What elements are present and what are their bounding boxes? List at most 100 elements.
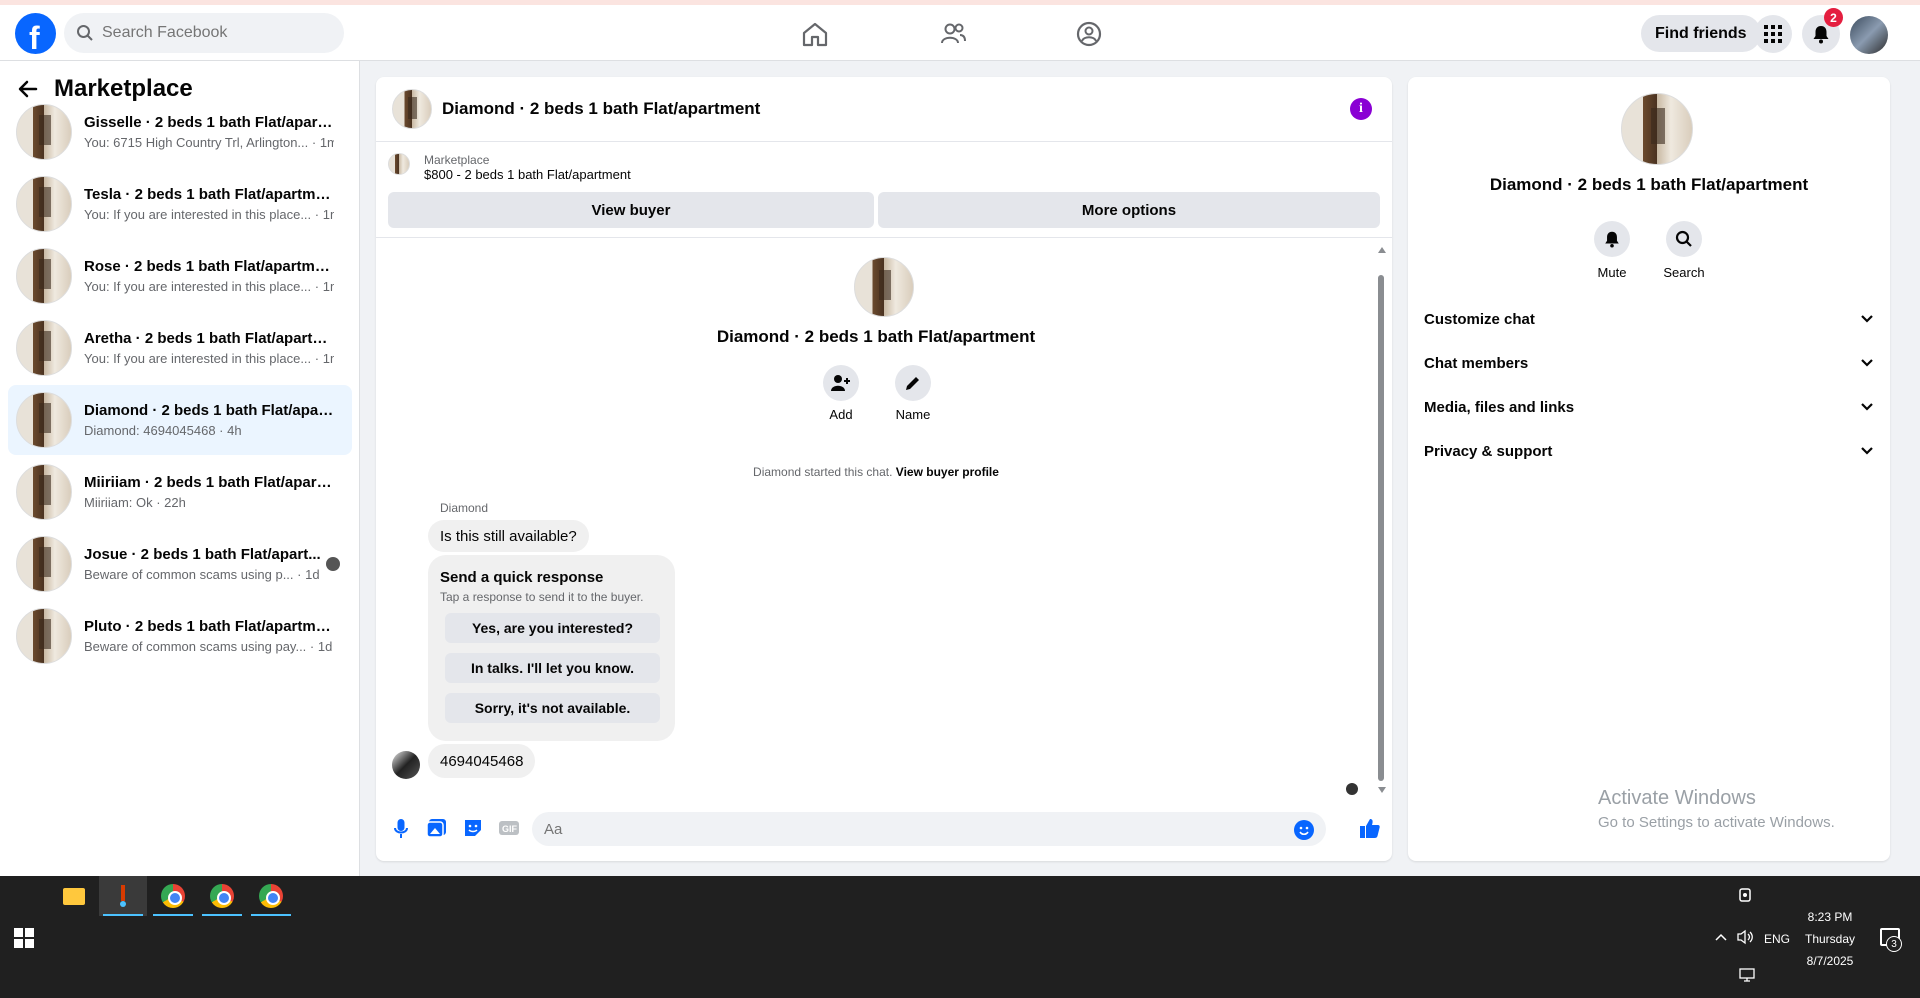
conversation-item[interactable]: Miiriiam · 2 beds 1 bath Flat/apart... Mi… bbox=[8, 457, 352, 527]
more-options-button[interactable]: More options bbox=[878, 192, 1380, 228]
conversation-title: Rose · 2 beds 1 bath Flat/apartment bbox=[84, 258, 334, 275]
chat-center-title: Diamond · 2 beds 1 bath Flat/apartment bbox=[716, 327, 1036, 346]
mute-action[interactable]: Mute bbox=[1582, 221, 1642, 280]
profile-avatar[interactable] bbox=[1850, 16, 1888, 54]
thumbs-up-icon[interactable] bbox=[1359, 817, 1381, 839]
bell-icon bbox=[1605, 231, 1619, 248]
grid-menu-icon bbox=[1764, 25, 1782, 43]
conversation-item[interactable]: Tesla · 2 beds 1 bath Flat/apartment You:… bbox=[8, 169, 352, 239]
conversation-preview: You: 6715 High Country Trl, Arlington...… bbox=[84, 135, 334, 150]
clock-day: Thursday bbox=[1804, 932, 1856, 946]
conversation-item[interactable]: Rose · 2 beds 1 bath Flat/apartment You: … bbox=[8, 241, 352, 311]
volume-icon[interactable] bbox=[1736, 929, 1754, 945]
customize-chat-section[interactable]: Customize chat bbox=[1424, 299, 1874, 339]
section-label: Chat members bbox=[1424, 354, 1529, 372]
chrome-app[interactable] bbox=[247, 876, 295, 916]
remote-desktop-icon[interactable] bbox=[1738, 888, 1752, 902]
search-bar[interactable] bbox=[64, 13, 344, 53]
conversation-item[interactable]: Gisselle · 2 beds 1 bath Flat/apart... Yo… bbox=[8, 97, 352, 167]
windows-start-icon[interactable] bbox=[14, 928, 34, 948]
marketplace-sidebar: Marketplace Gisselle · 2 beds 1 bath Fla… bbox=[0, 61, 360, 876]
media-files-links-section[interactable]: Media, files and links bbox=[1424, 387, 1874, 427]
message-bubble: Is this still available? bbox=[428, 520, 589, 552]
name-action[interactable]: Name bbox=[883, 365, 943, 422]
clock-date: 8/7/2025 bbox=[1806, 954, 1854, 968]
conversation-preview: Beware of common scams using p... · 1d bbox=[84, 567, 320, 582]
activate-windows-watermark: Activate Windows Go to Settings to activ… bbox=[1598, 787, 1835, 831]
gif-icon[interactable]: GIF bbox=[498, 817, 520, 839]
scroll-down-arrow-icon[interactable] bbox=[1378, 787, 1386, 793]
mute-label: Mute bbox=[1597, 265, 1627, 280]
chevron-up-icon[interactable] bbox=[1714, 932, 1728, 942]
info-icon[interactable]: i bbox=[1350, 98, 1372, 120]
facebook-logo-icon[interactable]: f bbox=[15, 13, 56, 54]
privacy-support-section[interactable]: Privacy & support bbox=[1424, 431, 1874, 471]
chat-header: Diamond · 2 beds 1 bath Flat/apartment bbox=[376, 77, 1392, 142]
groups-icon[interactable] bbox=[1074, 19, 1104, 49]
language-indicator[interactable]: ENG bbox=[1764, 932, 1790, 946]
friends-icon[interactable] bbox=[938, 19, 968, 49]
add-person-icon bbox=[831, 375, 850, 391]
search-action[interactable]: Search bbox=[1654, 221, 1714, 280]
chrome-app[interactable] bbox=[149, 876, 197, 916]
conversation-preview: You: If you are interested in this place… bbox=[84, 279, 334, 294]
conversation-title: Tesla · 2 beds 1 bath Flat/apartment bbox=[84, 186, 334, 203]
sender-avatar[interactable] bbox=[392, 751, 420, 779]
chrome-icon bbox=[161, 884, 185, 908]
view-buyer-profile-link[interactable]: View buyer profile bbox=[896, 465, 999, 479]
marketplace-listing-banner[interactable]: Marketplace $800 - 2 beds 1 bath Flat/ap… bbox=[388, 153, 631, 182]
chat-title[interactable]: Diamond · 2 beds 1 bath Flat/apartment bbox=[442, 99, 760, 119]
chevron-down-icon bbox=[1861, 447, 1873, 455]
chat-panel: Diamond · 2 beds 1 bath Flat/apartment i… bbox=[376, 77, 1392, 861]
view-buyer-button[interactable]: View buyer bbox=[388, 192, 874, 228]
chevron-down-icon bbox=[1861, 403, 1873, 411]
top-navigation-bar: f Find friends 2 bbox=[0, 0, 1920, 61]
chat-members-section[interactable]: Chat members bbox=[1424, 343, 1874, 383]
conversation-title: Aretha · 2 beds 1 bath Flat/apartm... bbox=[84, 330, 334, 347]
chevron-down-icon bbox=[1861, 359, 1873, 367]
conversation-item-active[interactable]: Diamond · 2 beds 1 bath Flat/apart... Dia… bbox=[8, 385, 352, 455]
microphone-icon[interactable] bbox=[390, 817, 412, 839]
conversation-preview: Miiriiam: Ok · 22h bbox=[84, 495, 186, 510]
conversation-item[interactable]: Josue · 2 beds 1 bath Flat/apart... Bewar… bbox=[8, 529, 352, 599]
snipping-tool-app[interactable] bbox=[99, 876, 147, 916]
system-clock[interactable]: 8:23 PM Thursday 8/7/2025 bbox=[1790, 906, 1870, 972]
quick-response-button[interactable]: Sorry, it's not available. bbox=[445, 693, 660, 723]
back-arrow-icon[interactable] bbox=[18, 79, 38, 99]
home-icon[interactable] bbox=[800, 19, 830, 49]
quick-response-subtitle: Tap a response to send it to the buyer. bbox=[440, 590, 644, 604]
sticker-icon[interactable] bbox=[462, 817, 484, 839]
file-explorer-app[interactable] bbox=[50, 876, 98, 916]
add-action[interactable]: Add bbox=[811, 365, 871, 422]
conversation-item[interactable]: Pluto · 2 beds 1 bath Flat/apartment Bewa… bbox=[8, 601, 352, 671]
quick-response-button[interactable]: In talks. I'll let you know. bbox=[445, 653, 660, 683]
folder-icon bbox=[63, 887, 85, 905]
quick-response-button[interactable]: Yes, are you interested? bbox=[445, 613, 660, 643]
find-friends-button[interactable]: Find friends bbox=[1641, 15, 1761, 52]
section-label: Media, files and links bbox=[1424, 398, 1575, 416]
photo-gallery-icon[interactable] bbox=[426, 817, 448, 839]
chrome-app[interactable] bbox=[198, 876, 246, 916]
chrome-icon bbox=[210, 884, 234, 908]
scroll-up-arrow-icon[interactable] bbox=[1378, 247, 1386, 253]
scrollbar-thumb[interactable] bbox=[1378, 275, 1384, 781]
emoji-icon[interactable] bbox=[1294, 820, 1314, 840]
search-icon bbox=[77, 25, 93, 41]
listing-thumbnail bbox=[16, 536, 72, 592]
listing-thumbnail bbox=[16, 176, 72, 232]
conversation-title: Pluto · 2 beds 1 bath Flat/apartment bbox=[84, 618, 334, 635]
conversation-item[interactable]: Aretha · 2 beds 1 bath Flat/apartm... You… bbox=[8, 313, 352, 383]
search-input[interactable] bbox=[102, 24, 322, 42]
sender-name: Diamond bbox=[440, 501, 489, 515]
network-icon[interactable] bbox=[1738, 968, 1756, 982]
divider bbox=[376, 237, 1392, 238]
chevron-down-icon bbox=[1861, 315, 1873, 323]
listing-thumbnail[interactable] bbox=[392, 89, 432, 129]
message-composer[interactable] bbox=[532, 812, 1326, 846]
activate-subtitle: Go to Settings to activate Windows. bbox=[1598, 814, 1835, 831]
menu-button[interactable] bbox=[1754, 15, 1792, 53]
notification-count: 3 bbox=[1886, 936, 1902, 952]
conversation-title: Miiriiam · 2 beds 1 bath Flat/apart... bbox=[84, 474, 334, 491]
chat-center-thumbnail bbox=[854, 257, 914, 317]
message-input[interactable] bbox=[544, 820, 1244, 838]
